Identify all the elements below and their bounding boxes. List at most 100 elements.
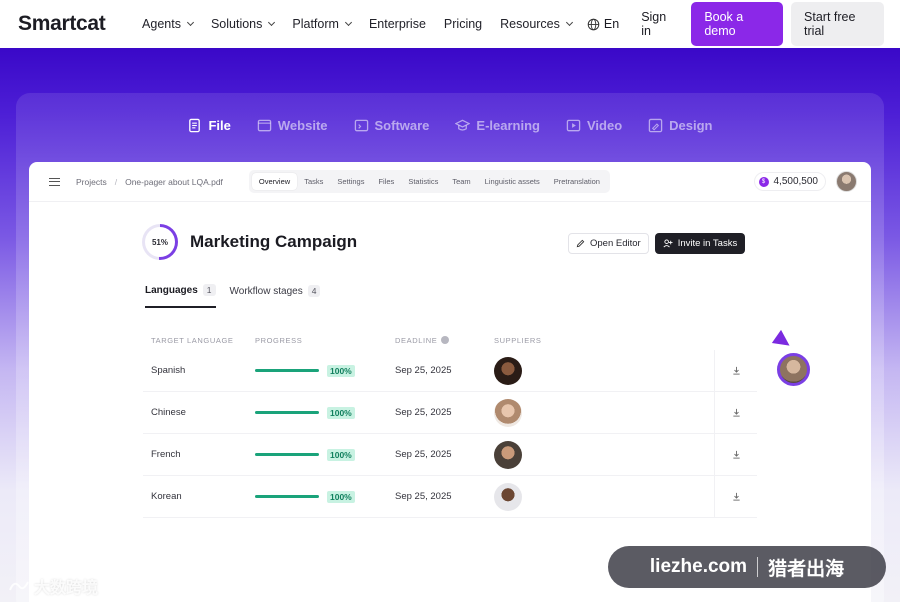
globe-icon bbox=[587, 18, 600, 30]
supplier-avatar[interactable] bbox=[494, 356, 522, 385]
nav-actions: En Sign in Book a demo Start free trial bbox=[581, 2, 884, 46]
chevron-down-icon bbox=[268, 18, 276, 27]
subtab-statistics[interactable]: Statistics bbox=[401, 173, 445, 190]
credits-balance[interactable]: $ 4,500,500 bbox=[753, 172, 826, 191]
cell-download bbox=[714, 392, 757, 433]
subtab-overview[interactable]: Overview bbox=[251, 173, 298, 190]
watermark-divider bbox=[757, 557, 759, 577]
cell-language: French bbox=[151, 449, 181, 460]
header-deadline: DEADLINE bbox=[395, 336, 494, 345]
menu-icon[interactable] bbox=[49, 177, 60, 186]
header-target-language: TARGET LANGUAGE bbox=[151, 335, 234, 345]
project-title: Marketing Campaign bbox=[190, 232, 358, 251]
header-deadline-label: DEADLINE bbox=[395, 335, 438, 345]
tab-languages[interactable]: Languages 1 bbox=[145, 284, 216, 308]
subtab-settings[interactable]: Settings bbox=[330, 173, 371, 190]
nav-item-pricing[interactable]: Pricing bbox=[435, 17, 491, 31]
info-icon[interactable] bbox=[441, 336, 450, 344]
supplier-avatar[interactable] bbox=[494, 482, 522, 511]
project-actions: Open Editor Invite in Tasks bbox=[568, 233, 746, 254]
language-tabs: Languages 1 Workflow stages 4 bbox=[145, 284, 321, 308]
nav-item-label: Enterprise bbox=[368, 17, 426, 31]
logo[interactable]: Smartcat bbox=[18, 12, 123, 36]
watermark-left: 大数跨境 bbox=[8, 574, 98, 598]
subtab-team[interactable]: Team bbox=[445, 173, 477, 190]
watermark-logo-icon bbox=[9, 581, 29, 591]
pencil-icon bbox=[576, 239, 585, 248]
nav-item-platform[interactable]: Platform bbox=[283, 17, 360, 31]
nav-item-label: Pricing bbox=[443, 17, 483, 31]
tab-label: File bbox=[208, 118, 231, 133]
table-row[interactable]: Spanish 100% Sep 25, 2025 bbox=[143, 350, 757, 392]
feature-tabs: File Website Software E-learning Video D… bbox=[0, 118, 900, 133]
cell-deadline: Sep 25, 2025 bbox=[395, 491, 452, 502]
nav-item-label: Agents bbox=[142, 17, 181, 31]
tab-software[interactable]: Software bbox=[354, 118, 429, 133]
tab-count-badge: 1 bbox=[202, 284, 216, 296]
app-toolbar: Projects / One-pager about LQA.pdf Overv… bbox=[29, 162, 871, 202]
table-row[interactable]: French 100% Sep 25, 2025 bbox=[143, 434, 757, 476]
software-icon bbox=[354, 119, 368, 132]
tab-label: Design bbox=[669, 118, 713, 133]
download-icon[interactable] bbox=[732, 492, 741, 501]
tab-label: Languages bbox=[145, 284, 198, 296]
subtab-pretranslation[interactable]: Pretranslation bbox=[547, 173, 607, 190]
chevron-down-icon bbox=[344, 18, 352, 27]
invite-in-tasks-button[interactable]: Invite in Tasks bbox=[654, 233, 746, 254]
breadcrumb-projects[interactable]: Projects bbox=[76, 177, 107, 187]
progress-bar bbox=[255, 453, 319, 456]
tab-label: Video bbox=[586, 118, 623, 133]
tab-design[interactable]: Design bbox=[648, 118, 713, 133]
language-selector[interactable]: En bbox=[581, 17, 625, 31]
subtab-tasks[interactable]: Tasks bbox=[297, 173, 330, 190]
website-icon bbox=[257, 119, 272, 132]
breadcrumb-file[interactable]: One-pager about LQA.pdf bbox=[125, 177, 223, 187]
table-row[interactable]: Chinese 100% Sep 25, 2025 bbox=[143, 392, 757, 434]
tab-e-learning[interactable]: E-learning bbox=[455, 118, 540, 133]
tab-website[interactable]: Website bbox=[257, 118, 328, 133]
language-label: En bbox=[603, 17, 620, 31]
nav-item-agents[interactable]: Agents bbox=[133, 17, 202, 31]
sign-in-link[interactable]: Sign in bbox=[633, 10, 683, 38]
project-header: 51% Marketing Campaign bbox=[142, 224, 357, 260]
nav-item-label: Platform bbox=[292, 17, 339, 31]
chevron-down-icon bbox=[565, 18, 573, 27]
download-icon[interactable] bbox=[732, 408, 741, 417]
nav-item-solutions[interactable]: Solutions bbox=[202, 17, 283, 31]
cell-progress: 100% bbox=[255, 448, 395, 461]
cell-progress: 100% bbox=[255, 490, 395, 503]
download-icon[interactable] bbox=[732, 366, 741, 375]
cell-suppliers bbox=[494, 482, 714, 511]
nav-item-label: Resources bbox=[500, 17, 560, 31]
supplier-avatar[interactable] bbox=[494, 440, 522, 469]
table-row[interactable]: Korean 100% Sep 25, 2025 bbox=[143, 476, 757, 518]
user-avatar[interactable] bbox=[836, 171, 857, 192]
watermark-right: liezhe.com 猎者出海 bbox=[608, 546, 886, 588]
nav-item-enterprise[interactable]: Enterprise bbox=[360, 17, 435, 31]
nav-item-label: Solutions bbox=[210, 17, 263, 31]
coin-icon: $ bbox=[758, 176, 769, 187]
progress-ring: 51% bbox=[142, 224, 178, 260]
progress-badge: 100% bbox=[327, 406, 355, 419]
download-icon[interactable] bbox=[732, 450, 741, 459]
add-user-icon bbox=[663, 239, 673, 248]
progress-badge: 100% bbox=[327, 364, 355, 377]
cell-language: Chinese bbox=[151, 407, 186, 418]
breadcrumb-separator: / bbox=[114, 176, 118, 187]
watermark-name: 猎者出海 bbox=[768, 558, 845, 580]
graduation-cap-icon bbox=[455, 119, 471, 131]
subtab-linguistic-assets[interactable]: Linguistic assets bbox=[478, 173, 547, 190]
table-header: TARGET LANGUAGE PROGRESS DEADLINE SUPPLI… bbox=[143, 330, 757, 350]
tab-label: Website bbox=[277, 118, 328, 133]
book-demo-button[interactable]: Book a demo bbox=[691, 2, 784, 46]
invite-label: Invite in Tasks bbox=[677, 238, 738, 249]
tab-video[interactable]: Video bbox=[566, 118, 622, 133]
start-free-trial-button[interactable]: Start free trial bbox=[791, 2, 884, 46]
nav-item-resources[interactable]: Resources bbox=[491, 17, 581, 31]
progress-bar bbox=[255, 411, 319, 414]
tab-file[interactable]: File bbox=[187, 118, 231, 133]
open-editor-button[interactable]: Open Editor bbox=[568, 233, 649, 254]
tab-workflow-stages[interactable]: Workflow stages 4 bbox=[230, 284, 321, 308]
supplier-avatar[interactable] bbox=[494, 398, 522, 427]
subtab-files[interactable]: Files bbox=[371, 173, 401, 190]
